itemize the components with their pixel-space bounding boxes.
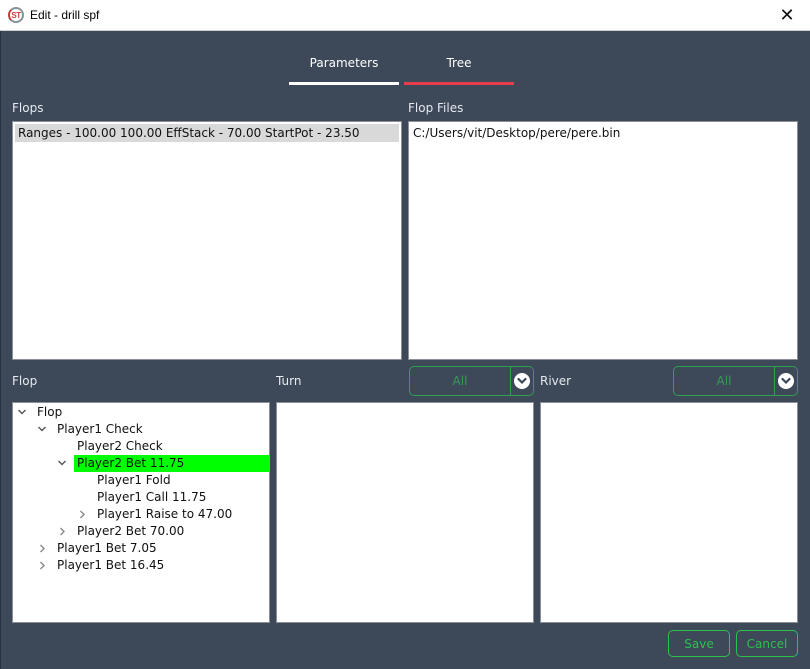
tree-node-label: Player2 Bet 11.75 <box>74 455 270 472</box>
river-label: River <box>540 374 572 388</box>
flops-list[interactable]: Ranges - 100.00 100.00 EffStack - 70.00 … <box>12 121 402 360</box>
tree-node-label: Player1 Bet 7.05 <box>57 541 157 555</box>
chevron-right-icon[interactable] <box>37 557 47 574</box>
tree-node-label: Flop <box>37 405 63 419</box>
river-filter-toggle[interactable] <box>775 367 797 395</box>
flop-tree[interactable]: Flop Player1 Check Player2 Check Player2 Be… <box>12 402 270 623</box>
turn-filter-dropdown[interactable]: All <box>409 366 534 396</box>
chevron-down-icon[interactable] <box>37 421 47 438</box>
flops-label: Flops <box>12 101 44 115</box>
tree-node[interactable]: Player2 Check <box>13 438 269 455</box>
close-icon: ✕ <box>779 5 795 25</box>
save-button[interactable]: Save <box>668 630 730 657</box>
tab-parameters[interactable]: Parameters <box>289 56 399 70</box>
chevron-right-icon[interactable] <box>37 540 47 557</box>
tree-node[interactable]: Flop <box>13 404 269 421</box>
chevron-down-icon <box>514 373 530 389</box>
tree-node-label: Player1 Check <box>57 422 143 436</box>
flop-files-list[interactable]: C:/Users/vit/Desktop/pere/pere.bin <box>408 121 798 360</box>
window-border <box>0 31 1 669</box>
close-button[interactable]: ✕ <box>764 0 810 31</box>
tree-node-label: Player1 Call 11.75 <box>97 490 207 504</box>
tree-node[interactable]: Player2 Bet 11.75 <box>13 455 270 472</box>
river-tree[interactable] <box>540 402 798 623</box>
tab-parameters-underline <box>289 82 399 85</box>
tree-node-label: Player1 Raise to 47.00 <box>97 507 233 521</box>
window-title: Edit - drill spf <box>30 8 100 22</box>
tree-node-label: Player2 Check <box>77 439 163 453</box>
tree-node[interactable]: Player2 Bet 70.00 <box>13 523 269 540</box>
tree-node-label: Player2 Bet 70.00 <box>77 524 185 538</box>
flop-tree-label: Flop <box>12 374 38 388</box>
chevron-right-icon[interactable] <box>57 523 67 540</box>
turn-filter-value: All <box>452 374 468 388</box>
chevron-down-icon <box>778 373 794 389</box>
river-filter-value: All <box>716 374 732 388</box>
chevron-right-icon[interactable] <box>77 506 87 523</box>
flop-files-label: Flop Files <box>408 101 464 115</box>
chevron-down-icon[interactable] <box>57 455 67 472</box>
tree-node[interactable]: Player1 Check <box>13 421 269 438</box>
chevron-down-icon[interactable] <box>17 404 27 421</box>
list-item[interactable]: Ranges - 100.00 100.00 EffStack - 70.00 … <box>15 124 399 142</box>
tab-tree-underline <box>404 82 514 85</box>
tree-node[interactable]: Player1 Bet 16.45 <box>13 557 269 574</box>
tab-tree[interactable]: Tree <box>404 56 514 70</box>
turn-tree[interactable] <box>276 402 534 623</box>
cancel-button[interactable]: Cancel <box>736 630 798 657</box>
tree-node-label: Player1 Bet 16.45 <box>57 558 165 572</box>
river-filter-dropdown[interactable]: All <box>673 366 798 396</box>
tree-node[interactable]: Player1 Raise to 47.00 <box>13 506 269 523</box>
title-bar: ST Edit - drill spf ✕ <box>0 0 810 31</box>
turn-label: Turn <box>276 374 302 388</box>
list-item[interactable]: C:/Users/vit/Desktop/pere/pere.bin <box>409 124 797 142</box>
app-logo-icon: ST <box>8 7 24 23</box>
tree-node[interactable]: Player1 Call 11.75 <box>13 489 269 506</box>
tree-node[interactable]: Player1 Fold <box>13 472 269 489</box>
turn-filter-toggle[interactable] <box>511 367 533 395</box>
tree-node-label: Player1 Fold <box>97 473 171 487</box>
tree-node[interactable]: Player1 Bet 7.05 <box>13 540 269 557</box>
